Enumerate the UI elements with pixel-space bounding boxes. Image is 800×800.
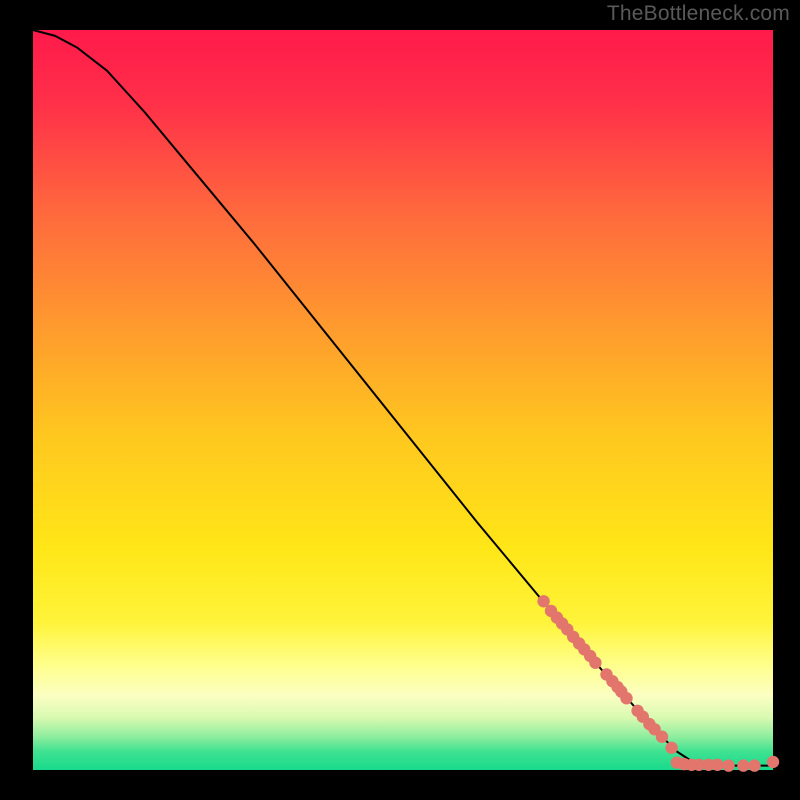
bottleneck-chart [0,0,800,800]
data-marker [589,657,601,669]
watermark-text: TheBottleneck.com [607,2,790,26]
data-marker [665,742,677,754]
chart-stage: TheBottleneck.com [0,0,800,800]
data-marker [722,759,734,771]
data-marker [737,759,749,771]
data-marker [767,756,779,768]
data-marker [620,692,632,704]
data-marker [711,759,723,771]
data-marker [656,731,668,743]
data-marker [748,759,760,771]
gradient-panel [33,30,773,770]
